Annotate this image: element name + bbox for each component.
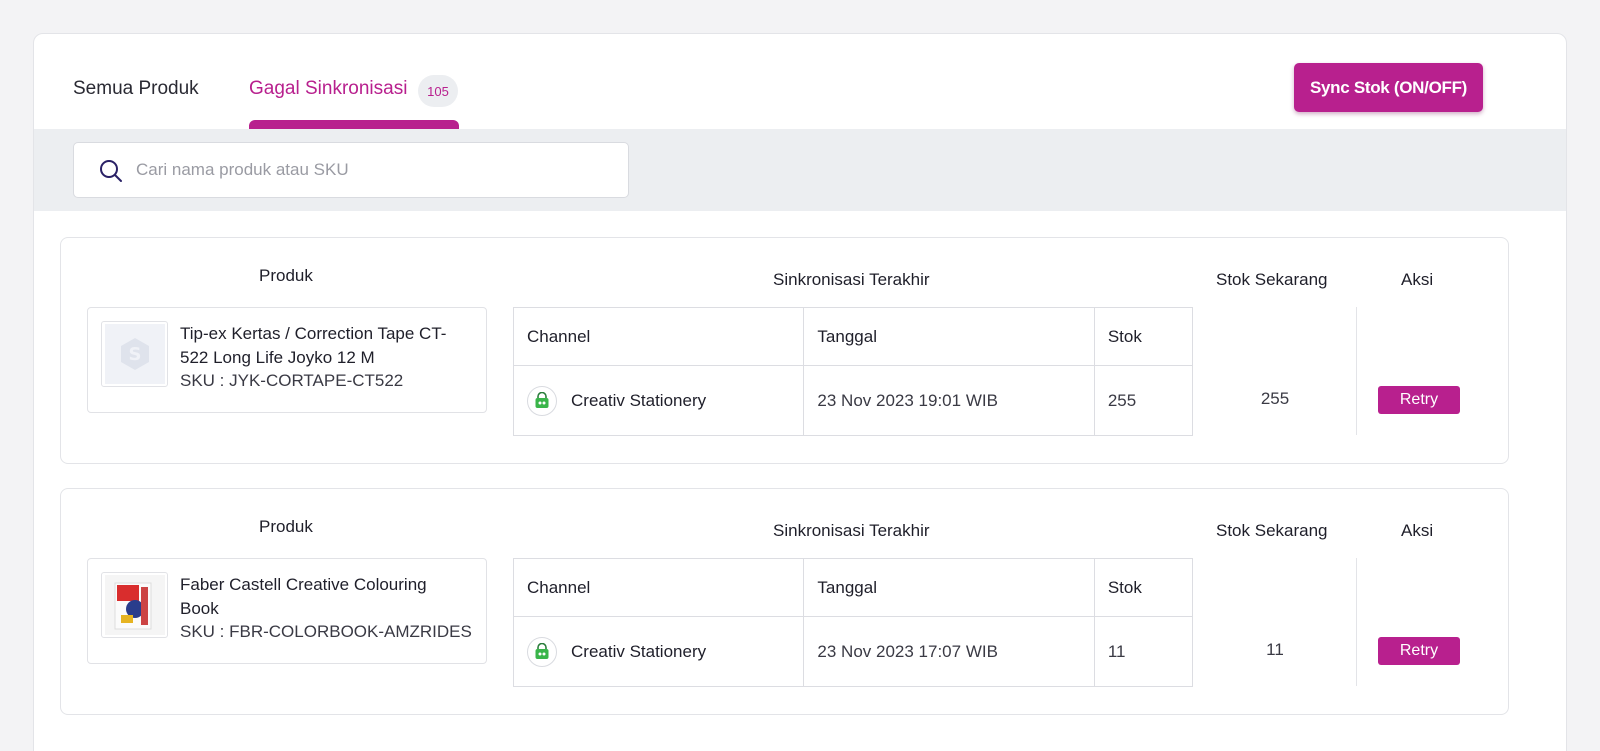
channel-name: Creativ Stationery <box>571 641 707 661</box>
product-thumbnail: S <box>101 321 168 387</box>
failed-count-badge: 105 <box>418 75 458 107</box>
retry-button[interactable]: Retry <box>1378 386 1460 414</box>
column-header-produk: Produk <box>259 517 313 536</box>
product-name: Faber Castell Creative Colouring Book <box>180 575 427 618</box>
column-header-aksi: Aksi <box>1401 270 1434 289</box>
product-sku: SKU : FBR-COLORBOOK-AMZRIDES <box>180 622 472 641</box>
table-row: Creativ Stationery 23 Nov 2023 17:07 WIB… <box>512 616 1194 687</box>
product-card: Produk Sinkronisasi Terakhir Stok Sekara… <box>60 237 1509 464</box>
sync-stok: 11 <box>1093 616 1194 687</box>
product-thumbnail <box>101 572 168 638</box>
column-divider <box>1356 307 1357 435</box>
search-bar <box>34 129 1566 211</box>
sync-stok-button[interactable]: Sync Stok (ON/OFF) <box>1294 63 1483 112</box>
main-card: Semua Produk Gagal Sinkronisasi 105 Sync… <box>33 33 1567 751</box>
sync-stok: 255 <box>1093 365 1194 436</box>
table-header-stok: Stok <box>1093 558 1194 617</box>
search-input[interactable] <box>136 153 606 187</box>
product-name: Tip-ex Kertas / Correction Tape CT-522 L… <box>180 324 447 367</box>
placeholder-logo-icon: S <box>104 324 165 384</box>
tab-semua-produk[interactable]: Semua Produk <box>73 78 199 100</box>
current-stock: 11 <box>1266 640 1284 659</box>
product-sku: SKU : JYK-CORTAPE-CT522 <box>180 371 404 390</box>
current-stock: 255 <box>1260 389 1290 408</box>
column-divider <box>1356 558 1357 686</box>
svg-text:S: S <box>128 344 141 365</box>
table-header-channel: Channel <box>512 307 805 366</box>
table-header-tanggal: Tanggal <box>803 558 1095 617</box>
table-row: Creativ Stationery 23 Nov 2023 19:01 WIB… <box>512 365 1194 436</box>
tab-gagal-sinkronisasi[interactable]: Gagal Sinkronisasi <box>249 78 407 100</box>
column-header-stok-sekarang: Stok Sekarang <box>1216 270 1328 289</box>
column-header-produk: Produk <box>259 266 313 285</box>
product-info: Faber Castell Creative Colouring Book SK… <box>87 558 487 664</box>
sync-date: 23 Nov 2023 17:07 WIB <box>803 616 1095 687</box>
table-header-stok: Stok <box>1093 307 1194 366</box>
shop-bag-icon <box>527 385 557 416</box>
channel-name: Creativ Stationery <box>571 390 707 410</box>
shop-bag-icon <box>527 636 557 667</box>
search-icon <box>100 160 122 182</box>
tab-bar: Semua Produk Gagal Sinkronisasi 105 Sync… <box>34 34 1566 132</box>
table-header-channel: Channel <box>512 558 805 617</box>
column-header-sinkronisasi: Sinkronisasi Terakhir <box>773 270 930 289</box>
product-info: S Tip-ex Kertas / Correction Tape CT-522… <box>87 307 487 413</box>
column-header-aksi: Aksi <box>1401 521 1434 540</box>
sync-table: Channel Tanggal Stok Creativ Stationery … <box>512 558 1194 687</box>
product-card: Produk Sinkronisasi Terakhir Stok Sekara… <box>60 488 1509 715</box>
retry-button[interactable]: Retry <box>1378 637 1460 665</box>
channel-cell: Creativ Stationery <box>512 365 805 436</box>
sync-table: Channel Tanggal Stok Creativ Stationery … <box>512 307 1194 436</box>
table-header-tanggal: Tanggal <box>803 307 1095 366</box>
sync-date: 23 Nov 2023 19:01 WIB <box>803 365 1095 436</box>
column-header-stok-sekarang: Stok Sekarang <box>1216 521 1328 540</box>
column-header-sinkronisasi: Sinkronisasi Terakhir <box>773 521 930 540</box>
colouring-book-image-icon <box>104 575 165 635</box>
search-box <box>73 142 629 198</box>
channel-cell: Creativ Stationery <box>512 616 805 687</box>
